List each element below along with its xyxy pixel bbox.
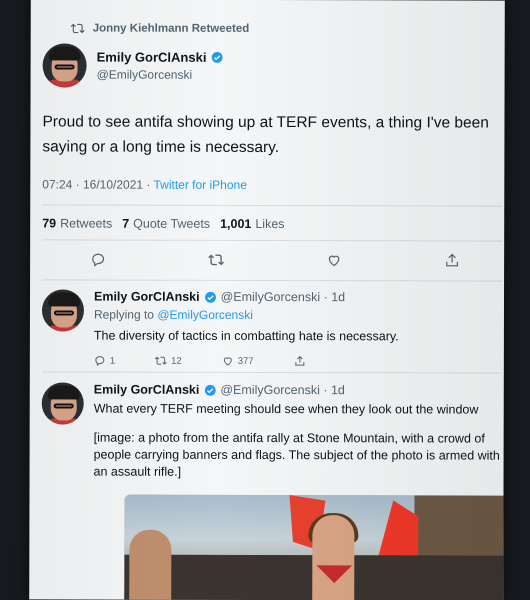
reply-author-name[interactable]: Emily GorClAnski: [94, 290, 200, 304]
like-count: 377: [237, 355, 254, 367]
image-description: [image: a photo from the antifa rally at…: [93, 430, 500, 479]
divider: [41, 371, 502, 374]
tweet-photo[interactable]: [124, 494, 505, 600]
author-name-row: Emily GorClAnski: [97, 50, 224, 65]
author-handle[interactable]: @EmilyGorcenski: [97, 68, 224, 82]
reply-text: The diversity of tactics in combatting h…: [93, 328, 399, 344]
retweet-count: 12: [171, 355, 182, 367]
like-icon: [223, 357, 232, 366]
reply-handle-time[interactable]: @EmilyGorcenski · 1d: [220, 383, 345, 397]
replying-to: Replying to @EmilyGorcenski: [94, 308, 504, 323]
tweet-text-line-1: Proud to see antifa showing up at TERF e…: [42, 113, 489, 132]
person: [129, 529, 172, 600]
retweets-count[interactable]: 79: [42, 216, 56, 230]
divider: [42, 239, 503, 242]
tweet-timestamp[interactable]: 07:24 · 16/10/2021 ·: [42, 177, 153, 191]
avatar[interactable]: [41, 289, 85, 332]
tweet-source[interactable]: Twitter for iPhone: [153, 178, 246, 192]
tweet-stats: 79 Retweets 7 Quote Tweets 1,001 Likes: [42, 216, 284, 231]
person: [312, 515, 355, 600]
verified-badge-icon: [204, 291, 216, 303]
retweet-header: Jonny Kiehlmann Retweeted: [70, 21, 250, 35]
reply-icon: [95, 356, 105, 367]
reply-handle-time[interactable]: @EmilyGorcenski · 1d: [221, 290, 346, 304]
reply-button[interactable]: 1: [94, 355, 115, 367]
reply-tweet[interactable]: Emily GorClAnski @EmilyGorcenski · 1d Wh…: [41, 382, 502, 479]
tweet-text: Proud to see antifa showing up at TERF e…: [42, 109, 504, 160]
like-icon[interactable]: [326, 252, 342, 268]
reply-actions: 1 12 377: [94, 355, 504, 368]
reply-author-name[interactable]: Emily GorClAnski: [94, 383, 200, 397]
phone-screen: Jonny Kiehlmann Retweeted Emily GorClAns…: [29, 0, 505, 600]
main-tweet-author[interactable]: Emily GorClAnski @EmilyGorcenski: [42, 43, 224, 88]
author-display-name[interactable]: Emily GorClAnski: [97, 50, 207, 65]
reply-icon[interactable]: [90, 252, 106, 268]
quotes-count[interactable]: 7: [122, 217, 129, 231]
like-button[interactable]: 377: [222, 355, 254, 367]
divider: [42, 204, 503, 207]
retweets-label[interactable]: Retweets: [60, 216, 112, 230]
likes-label[interactable]: Likes: [255, 217, 284, 231]
quotes-label[interactable]: Quote Tweets: [133, 217, 210, 231]
retweet-header-text: Jonny Kiehlmann Retweeted: [92, 22, 250, 35]
retweet-icon[interactable]: [208, 252, 225, 268]
replying-to-prefix: Replying to: [93, 307, 155, 322]
retweet-icon: [70, 23, 85, 34]
share-icon[interactable]: [444, 252, 460, 268]
reply-header: Emily GorClAnski @EmilyGorcenski · 1d: [94, 383, 504, 398]
reply-header: Emily GorClAnski @EmilyGorcenski · 1d: [94, 290, 504, 305]
verified-badge-icon: [204, 384, 216, 396]
retweet-icon: [155, 356, 168, 365]
share-button[interactable]: [294, 355, 306, 367]
reply-tweet[interactable]: Emily GorClAnski @EmilyGorcenski · 1d Re…: [41, 289, 502, 366]
reply-count: 1: [109, 355, 116, 367]
divider: [42, 279, 503, 282]
tweet-text-line-2: saying or a long time is necessary.: [42, 138, 280, 157]
reply-text: What every TERF meeting should see when …: [93, 401, 479, 417]
likes-count[interactable]: 1,001: [220, 217, 251, 231]
tweet-meta: 07:24 · 16/10/2021 · Twitter for iPhone: [42, 177, 247, 192]
avatar[interactable]: [42, 43, 87, 88]
avatar[interactable]: [41, 382, 84, 425]
verified-badge-icon: [211, 51, 223, 63]
share-icon: [295, 355, 305, 366]
replying-to-handle[interactable]: @EmilyGorcenski: [157, 308, 253, 322]
tweet-actions: [90, 252, 460, 269]
retweet-button[interactable]: 12: [155, 355, 182, 367]
